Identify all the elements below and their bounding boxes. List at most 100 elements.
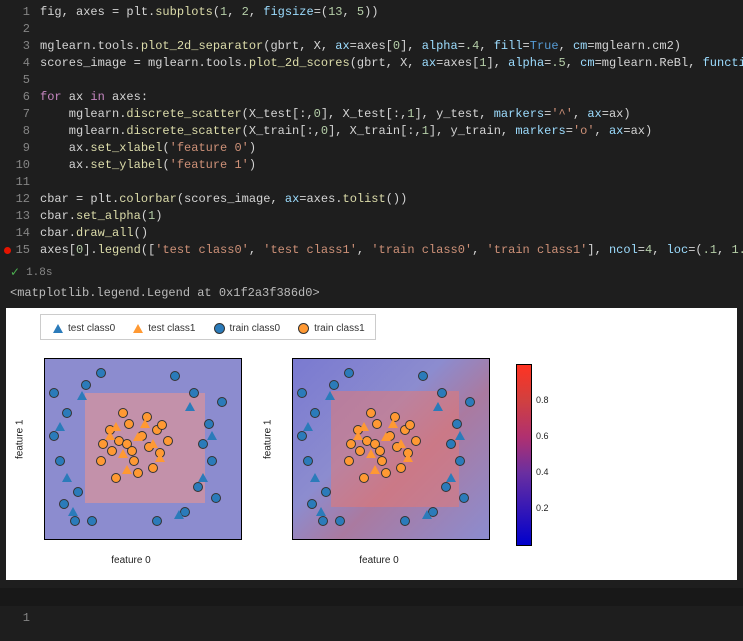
circle-marker-icon xyxy=(124,419,134,429)
triangle-marker-icon xyxy=(174,510,184,519)
plot-output: test class0test class1train class0train … xyxy=(6,308,737,580)
circle-marker-icon xyxy=(396,463,406,473)
code-text[interactable]: for ax in axes: xyxy=(40,89,743,106)
circle-marker-icon xyxy=(193,482,203,492)
exec-time: 1.8s xyxy=(26,267,52,279)
code-text[interactable]: axes[0].legend(['test class0', 'test cla… xyxy=(40,242,743,259)
triangle-marker-icon xyxy=(455,431,465,440)
triangle-marker-icon xyxy=(316,507,326,516)
code-line[interactable]: 3mglearn.tools.plot_2d_separator(gbrt, X… xyxy=(0,38,743,55)
circle-marker-icon xyxy=(344,456,354,466)
circle-marker-icon xyxy=(335,516,345,526)
code-text[interactable]: ax.set_ylabel('feature 1') xyxy=(40,157,743,174)
circle-marker-icon xyxy=(321,487,331,497)
circle-marker-icon xyxy=(189,388,199,398)
line-number: 11 xyxy=(0,174,40,191)
circle-marker-icon xyxy=(441,482,451,492)
triangle-marker-icon xyxy=(133,324,143,333)
circle-marker-icon xyxy=(381,468,391,478)
triangle-marker-icon xyxy=(370,465,380,474)
circle-marker-icon xyxy=(55,456,65,466)
line-number: 12 xyxy=(0,191,40,208)
code-line[interactable]: 8 mglearn.discrete_scatter(X_train[:,0],… xyxy=(0,123,743,140)
circle-marker-icon xyxy=(98,439,108,449)
circle-marker-icon xyxy=(303,456,313,466)
triangle-marker-icon xyxy=(68,507,78,516)
code-line[interactable]: 9 ax.set_xlabel('feature 0') xyxy=(0,140,743,157)
circle-marker-icon xyxy=(297,388,307,398)
triangle-marker-icon xyxy=(207,431,217,440)
code-text[interactable]: scores_image = mglearn.tools.plot_2d_sco… xyxy=(40,55,743,72)
line-number: 5 xyxy=(0,72,40,89)
circle-marker-icon xyxy=(400,516,410,526)
colorbar-tick-label: 0.6 xyxy=(536,431,549,441)
code-cell[interactable]: 1fig, axes = plt.subplots(1, 2, figsize=… xyxy=(0,0,743,263)
line-number: 7 xyxy=(0,106,40,123)
code-text[interactable]: fig, axes = plt.subplots(1, 2, figsize=(… xyxy=(40,4,743,21)
colorbar-tick-label: 0.8 xyxy=(536,395,549,405)
code-text[interactable] xyxy=(40,21,743,38)
code-line[interactable]: 11 xyxy=(0,174,743,191)
triangle-marker-icon xyxy=(310,473,320,482)
circle-marker-icon xyxy=(298,323,309,334)
triangle-marker-icon xyxy=(148,439,158,448)
axes-area: feature 0 feature 1 feature 0 feature 1 … xyxy=(16,344,727,574)
circle-marker-icon xyxy=(217,397,227,407)
check-icon: ✓ xyxy=(10,265,20,280)
code-line[interactable]: 7 mglearn.discrete_scatter(X_test[:,0], … xyxy=(0,106,743,123)
code-line[interactable]: 10 ax.set_ylabel('feature 1') xyxy=(0,157,743,174)
line-number: 2 xyxy=(0,21,40,38)
circle-marker-icon xyxy=(372,419,382,429)
circle-marker-icon xyxy=(111,473,121,483)
subplot-right: feature 0 feature 1 xyxy=(264,354,494,564)
code-text[interactable]: mglearn.discrete_scatter(X_train[:,0], X… xyxy=(40,123,743,140)
circle-marker-icon xyxy=(359,473,369,483)
empty-code[interactable] xyxy=(40,610,743,627)
circle-marker-icon xyxy=(207,456,217,466)
line-number: 8 xyxy=(0,123,40,140)
code-line[interactable]: 4scores_image = mglearn.tools.plot_2d_sc… xyxy=(0,55,743,72)
code-line[interactable]: 14cbar.draw_all() xyxy=(0,225,743,242)
code-text[interactable]: mglearn.discrete_scatter(X_test[:,0], X_… xyxy=(40,106,743,123)
circle-marker-icon xyxy=(452,419,462,429)
circle-marker-icon xyxy=(411,436,421,446)
circle-marker-icon xyxy=(318,516,328,526)
next-code-cell[interactable]: 1 xyxy=(0,606,743,641)
line-number: 10 xyxy=(0,157,40,174)
output-repr: <matplotlib.legend.Legend at 0x1f2a3f386… xyxy=(0,284,743,306)
code-line[interactable]: 6for ax in axes: xyxy=(0,89,743,106)
circle-marker-icon xyxy=(204,419,214,429)
code-line[interactable]: 15axes[0].legend(['test class0', 'test c… xyxy=(0,242,743,259)
circle-marker-icon xyxy=(344,368,354,378)
legend-item: train class0 xyxy=(214,323,281,334)
circle-marker-icon xyxy=(133,468,143,478)
triangle-marker-icon xyxy=(185,402,195,411)
code-text[interactable]: cbar.set_alpha(1) xyxy=(40,208,743,225)
code-line[interactable]: 2 xyxy=(0,21,743,38)
code-text[interactable]: cbar.draw_all() xyxy=(40,225,743,242)
plot-box-separator xyxy=(44,358,242,540)
line-number: 9 xyxy=(0,140,40,157)
code-text[interactable] xyxy=(40,174,743,191)
code-line[interactable]: 13cbar.set_alpha(1) xyxy=(0,208,743,225)
circle-marker-icon xyxy=(459,493,469,503)
code-text[interactable] xyxy=(40,72,743,89)
code-line[interactable]: 1fig, axes = plt.subplots(1, 2, figsize=… xyxy=(0,4,743,21)
code-text[interactable]: cbar = plt.colorbar(scores_image, ax=axe… xyxy=(40,191,743,208)
triangle-marker-icon xyxy=(140,419,150,428)
line-number: 1 xyxy=(0,610,40,627)
code-text[interactable]: mglearn.tools.plot_2d_separator(gbrt, X,… xyxy=(40,38,743,55)
triangle-marker-icon xyxy=(403,453,413,462)
circle-marker-icon xyxy=(152,516,162,526)
ylabel-right: feature 1 xyxy=(263,420,274,459)
triangle-marker-icon xyxy=(118,449,128,458)
triangle-marker-icon xyxy=(55,422,65,431)
circle-marker-icon xyxy=(465,397,475,407)
legend-label: test class1 xyxy=(148,323,195,334)
triangle-marker-icon xyxy=(396,439,406,448)
code-line[interactable]: 12cbar = plt.colorbar(scores_image, ax=a… xyxy=(0,191,743,208)
code-line[interactable]: 5 xyxy=(0,72,743,89)
code-text[interactable]: ax.set_xlabel('feature 0') xyxy=(40,140,743,157)
legend-label: train class0 xyxy=(230,323,281,334)
circle-marker-icon xyxy=(70,516,80,526)
